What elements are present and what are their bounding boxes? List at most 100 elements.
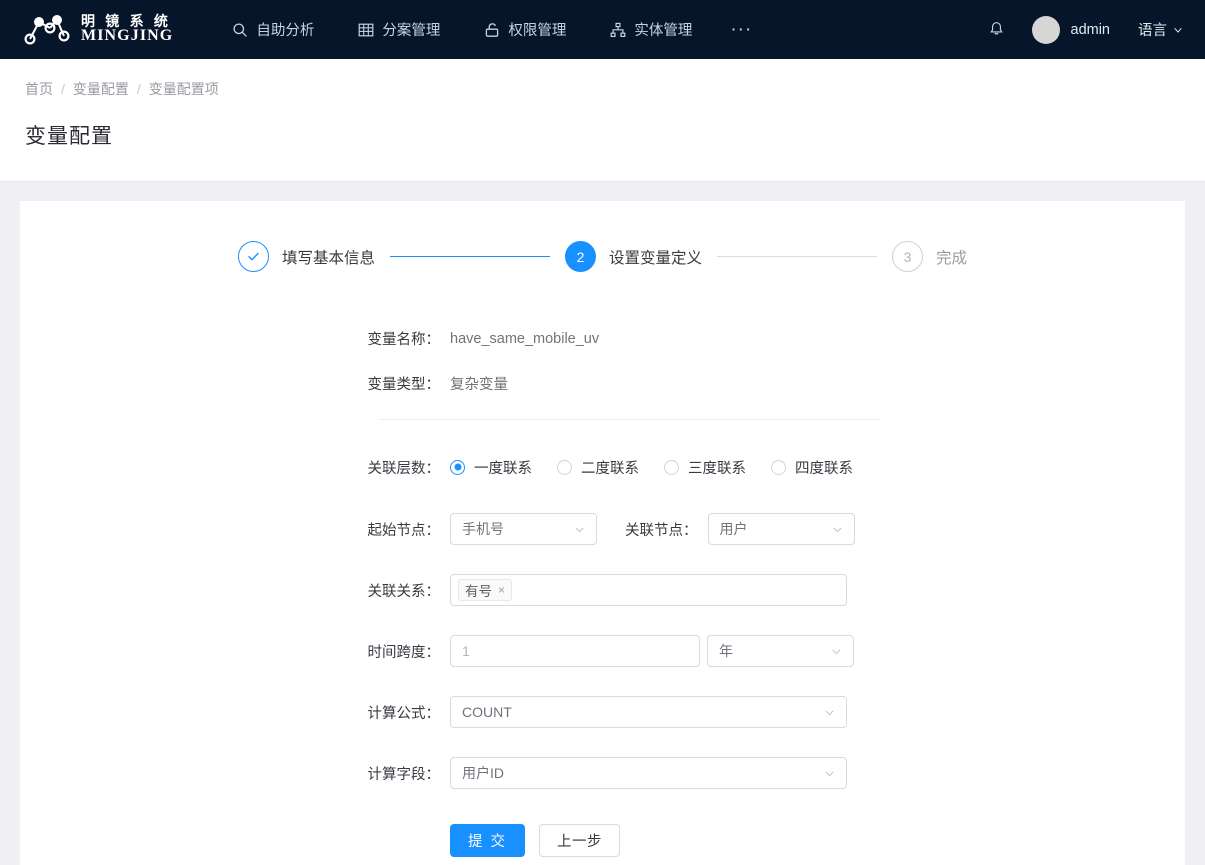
nav-label: 权限管理: [508, 23, 567, 39]
field-label: 计算字段：: [367, 766, 441, 783]
chevron-down-icon: [575, 527, 584, 532]
nav-item-case-management[interactable]: 分案管理: [336, 0, 462, 59]
chevron-down-icon: [825, 710, 834, 715]
variable-type-value: 复杂变量: [450, 377, 508, 393]
time-span-input[interactable]: [450, 635, 700, 667]
bell-icon: [990, 22, 1003, 35]
relation-node-label: 关联节点：: [625, 522, 698, 539]
row-variable-type: 变量类型： 复杂变量: [20, 361, 1185, 406]
radio-indicator: [557, 459, 572, 475]
search-icon: [233, 22, 248, 37]
step-connector-1: [389, 255, 550, 258]
variable-name-value: have_same_mobile_uv: [450, 330, 600, 347]
row-relation-level: 关联层数： 一度联系 二度联系 三度联系 四度联系: [20, 450, 1185, 484]
step-1-basic-info[interactable]: 填写基本信息: [237, 241, 375, 272]
variable-config-card: 填写基本信息 2 设置变量定义 3 完成 变量名称： have_same_mob…: [20, 201, 1185, 865]
step-3-label: 完成: [936, 249, 968, 267]
relation-type-tag-input[interactable]: 有号 ×: [450, 574, 847, 606]
radio-label: 一度联系: [474, 460, 532, 477]
step-3-complete[interactable]: 3 完成: [892, 241, 967, 272]
row-relation-type: 关联关系： 有号 ×: [20, 574, 1185, 606]
relation-type-label: 关联关系：: [367, 583, 441, 600]
radio-label: 四度联系: [795, 460, 853, 477]
breadcrumb-separator: /: [136, 81, 141, 97]
brand-name-cn: 明 镜 系 统: [81, 12, 172, 29]
time-unit-select[interactable]: 年: [707, 635, 854, 667]
row-formula: 计算公式： COUNT: [20, 696, 1185, 728]
variable-type-label: 变量类型：: [367, 377, 441, 393]
breadcrumb-item-variable-config-entry: 变量配置项: [148, 81, 219, 97]
formula-label: 计算公式：: [367, 705, 441, 722]
notifications-button[interactable]: [978, 11, 1016, 49]
formula-value: COUNT: [462, 704, 512, 720]
relation-level-label: 关联层数：: [367, 460, 441, 477]
radio-indicator: [664, 459, 679, 475]
row-time-span: 时间跨度： 年: [20, 635, 1185, 667]
breadcrumb-item-home[interactable]: 首页: [25, 79, 53, 99]
nav-label: 自助分析: [256, 23, 315, 39]
page-title: 变量配置: [25, 125, 113, 148]
user-name[interactable]: admin: [1071, 22, 1111, 38]
variable-name-label: 变量名称：: [367, 332, 441, 348]
relation-node-select[interactable]: 用户: [707, 513, 855, 545]
radio-option-2-degree[interactable]: 二度联系: [557, 457, 639, 478]
nav-label: 实体管理: [634, 23, 693, 39]
field-value: 用户ID: [462, 765, 504, 781]
step-2-label: 设置变量定义: [608, 249, 702, 267]
radio-option-3-degree[interactable]: 三度联系: [664, 457, 746, 478]
radio-option-4-degree[interactable]: 四度联系: [771, 457, 853, 478]
submit-button[interactable]: 提 交: [450, 824, 526, 857]
page-header: 首页 / 变量配置 / 变量配置项 变量配置: [0, 59, 1205, 182]
breadcrumb: 首页 / 变量配置 / 变量配置项: [25, 79, 1205, 99]
avatar[interactable]: [1031, 15, 1060, 44]
radio-label: 二度联系: [581, 460, 639, 477]
start-node-select[interactable]: 手机号: [450, 513, 597, 545]
row-actions: 提 交 上一步: [20, 824, 1185, 857]
time-span-label: 时间跨度：: [367, 644, 441, 661]
brand-logo[interactable]: 明 镜 系 统 MINGJING: [24, 11, 173, 49]
network-graph-icon: [24, 14, 70, 45]
step-2-circle: 2: [564, 241, 596, 272]
previous-step-button[interactable]: 上一步: [539, 824, 621, 857]
step-connector-2: [717, 255, 877, 258]
nav-label: 分案管理: [382, 23, 441, 39]
breadcrumb-separator: /: [61, 81, 65, 97]
language-selector[interactable]: 语言: [1138, 19, 1183, 40]
formula-select[interactable]: COUNT: [450, 696, 847, 728]
language-label: 语言: [1138, 23, 1167, 39]
relation-node-value: 用户: [719, 521, 748, 537]
radio-option-1-degree[interactable]: 一度联系: [450, 457, 532, 478]
relation-level-radio-group: 一度联系 二度联系 三度联系 四度联系: [450, 457, 878, 478]
step-1-circle: [237, 241, 269, 272]
table-grid-icon: [358, 23, 374, 36]
lock-icon: [486, 22, 499, 37]
start-node-label: 起始节点：: [367, 522, 441, 539]
nav-more-button[interactable]: ···: [714, 0, 768, 59]
radio-indicator: [450, 459, 465, 475]
nav-item-permission-management[interactable]: 权限管理: [462, 0, 588, 59]
nav-item-self-analysis[interactable]: 自助分析: [210, 0, 336, 59]
main-menu: 自助分析 分案管理 权限管理 实体管理 ···: [210, 0, 768, 59]
row-variable-name: 变量名称： have_same_mobile_uv: [20, 316, 1185, 361]
tag-label: 有号: [465, 584, 492, 599]
row-field: 计算字段： 用户ID: [20, 757, 1185, 789]
field-select[interactable]: 用户ID: [450, 757, 847, 789]
chevron-down-icon: [832, 649, 841, 654]
start-node-value: 手机号: [462, 521, 504, 537]
step-2-variable-definition[interactable]: 2 设置变量定义: [564, 241, 702, 272]
breadcrumb-item-variable-config[interactable]: 变量配置: [73, 79, 129, 99]
step-3-circle: 3: [892, 241, 923, 272]
chevron-down-icon: [825, 771, 834, 776]
time-unit-value: 年: [719, 643, 733, 659]
section-divider: [380, 419, 880, 420]
brand-name-en: MINGJING: [81, 27, 174, 45]
row-nodes: 起始节点： 手机号 关联节点： 用户: [20, 513, 1185, 545]
sitemap-icon: [610, 22, 626, 37]
chevron-down-icon: [832, 527, 842, 532]
tag-remove-icon[interactable]: ×: [498, 584, 505, 596]
variable-definition-form: 变量名称： have_same_mobile_uv 变量类型： 复杂变量 关联层…: [20, 316, 1185, 857]
step-1-label: 填写基本信息: [281, 249, 375, 267]
nav-item-entity-management[interactable]: 实体管理: [588, 0, 714, 59]
nav-right-group: admin 语言: [978, 11, 1184, 49]
relation-type-tag: 有号 ×: [458, 579, 513, 601]
